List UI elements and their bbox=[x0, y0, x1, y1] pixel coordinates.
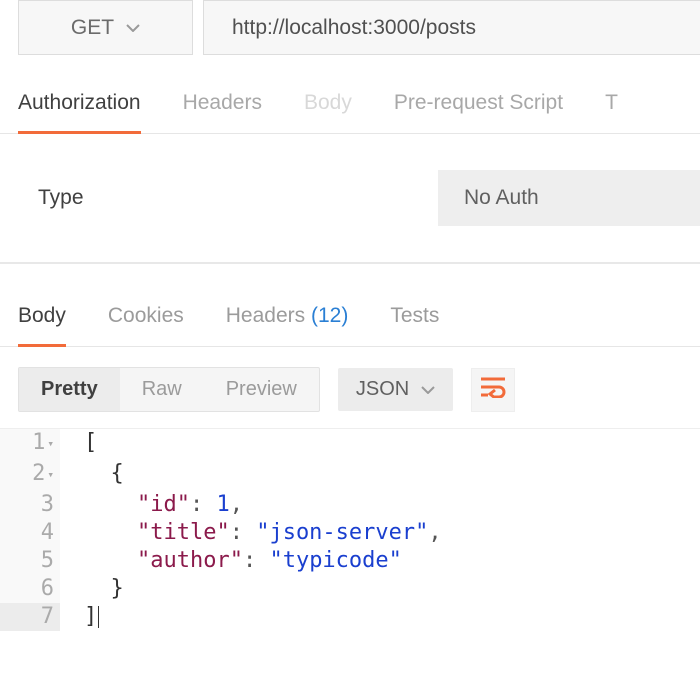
code-key: "title" bbox=[137, 520, 230, 545]
tab-tests-partial[interactable]: T bbox=[605, 83, 618, 133]
text-cursor bbox=[98, 606, 99, 628]
auth-type-value: No Auth bbox=[464, 186, 539, 210]
tab-prerequest[interactable]: Pre-request Script bbox=[394, 83, 563, 133]
code-token: } bbox=[111, 576, 124, 601]
code-key: "author" bbox=[137, 548, 243, 573]
response-tab-headers[interactable]: Headers (12) bbox=[226, 298, 349, 346]
http-method-selector[interactable]: GET bbox=[18, 0, 193, 55]
line-number: 7 bbox=[0, 603, 60, 631]
tab-headers[interactable]: Headers bbox=[183, 83, 262, 133]
code-value: "typicode" bbox=[269, 548, 401, 573]
line-number: 3 bbox=[0, 491, 60, 519]
format-select[interactable]: JSON bbox=[338, 368, 453, 411]
code-value: 1 bbox=[216, 492, 229, 517]
response-tab-cookies[interactable]: Cookies bbox=[108, 298, 184, 346]
chevron-down-icon bbox=[126, 24, 140, 32]
response-tab-tests[interactable]: Tests bbox=[390, 298, 439, 346]
code-token: [ bbox=[84, 430, 97, 455]
code-value: "json-server" bbox=[256, 520, 428, 545]
auth-type-label: Type bbox=[38, 186, 438, 210]
url-input[interactable] bbox=[203, 0, 700, 55]
wrap-icon bbox=[480, 376, 506, 404]
line-number: 6 bbox=[0, 575, 60, 603]
chevron-down-icon bbox=[421, 386, 435, 394]
http-method-label: GET bbox=[71, 16, 114, 40]
response-tabs: Body Cookies Headers (12) Tests bbox=[0, 274, 700, 347]
tab-authorization[interactable]: Authorization bbox=[18, 83, 141, 133]
request-tabs: Authorization Headers Body Pre-request S… bbox=[0, 83, 700, 134]
line-number: 1▾ bbox=[0, 429, 60, 460]
code-token: { bbox=[111, 461, 124, 486]
code-key: "id" bbox=[137, 492, 190, 517]
fold-icon[interactable]: ▾ bbox=[47, 437, 54, 450]
response-tab-headers-label: Headers bbox=[226, 304, 305, 327]
view-pretty-button[interactable]: Pretty bbox=[19, 368, 120, 411]
view-raw-button[interactable]: Raw bbox=[120, 368, 204, 411]
fold-icon[interactable]: ▾ bbox=[47, 468, 54, 481]
response-headers-count: (12) bbox=[311, 304, 348, 327]
tab-body[interactable]: Body bbox=[304, 83, 352, 133]
code-token: ] bbox=[84, 604, 97, 629]
view-mode-group: Pretty Raw Preview bbox=[18, 367, 320, 412]
line-number: 2▾ bbox=[0, 460, 60, 491]
response-tab-body[interactable]: Body bbox=[18, 298, 66, 346]
auth-type-select[interactable]: No Auth bbox=[438, 170, 700, 226]
format-value: JSON bbox=[356, 378, 409, 401]
auth-section: Type No Auth bbox=[0, 134, 700, 264]
line-number: 5 bbox=[0, 547, 60, 575]
response-body-viewer[interactable]: 1▾ [ 2▾ { 3 "id": 1, 4 "title": "json-se… bbox=[0, 428, 700, 631]
view-controls: Pretty Raw Preview JSON bbox=[0, 347, 700, 428]
view-preview-button[interactable]: Preview bbox=[204, 368, 319, 411]
wrap-lines-button[interactable] bbox=[471, 368, 515, 412]
line-number: 4 bbox=[0, 519, 60, 547]
